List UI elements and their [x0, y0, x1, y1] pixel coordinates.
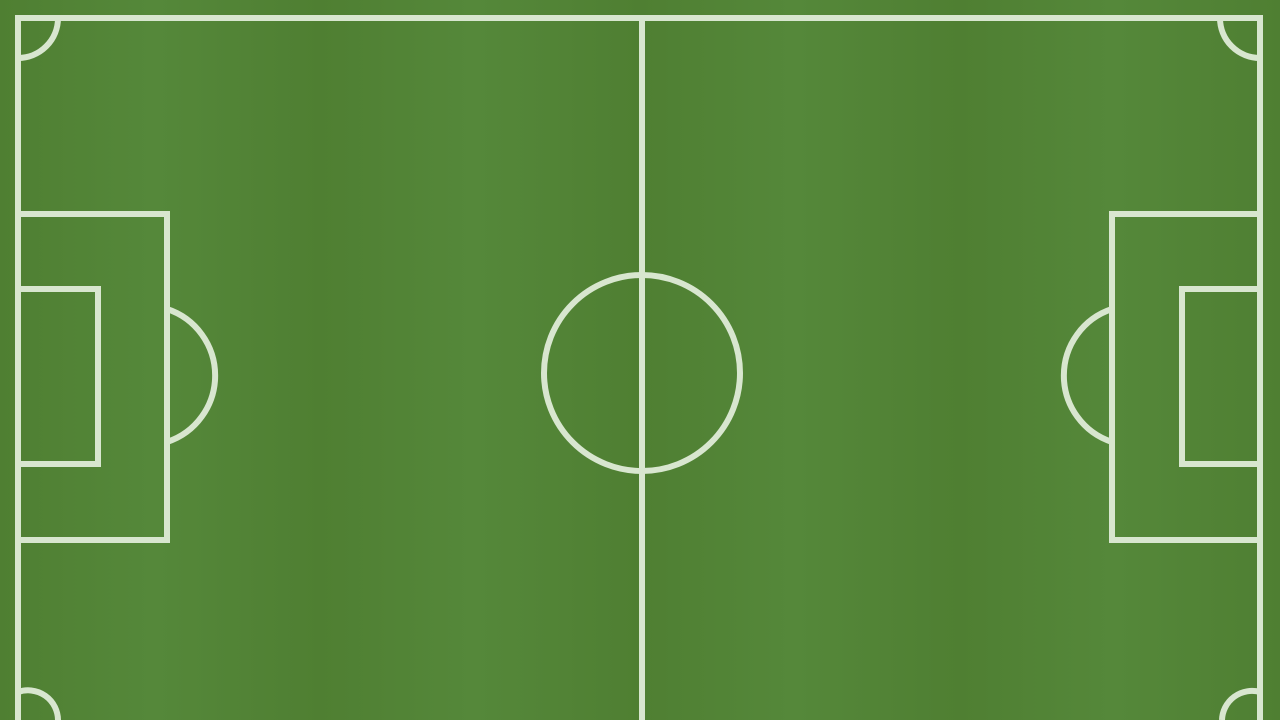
pitch-canvas	[0, 0, 1280, 720]
soccer-pitch	[0, 0, 1280, 720]
